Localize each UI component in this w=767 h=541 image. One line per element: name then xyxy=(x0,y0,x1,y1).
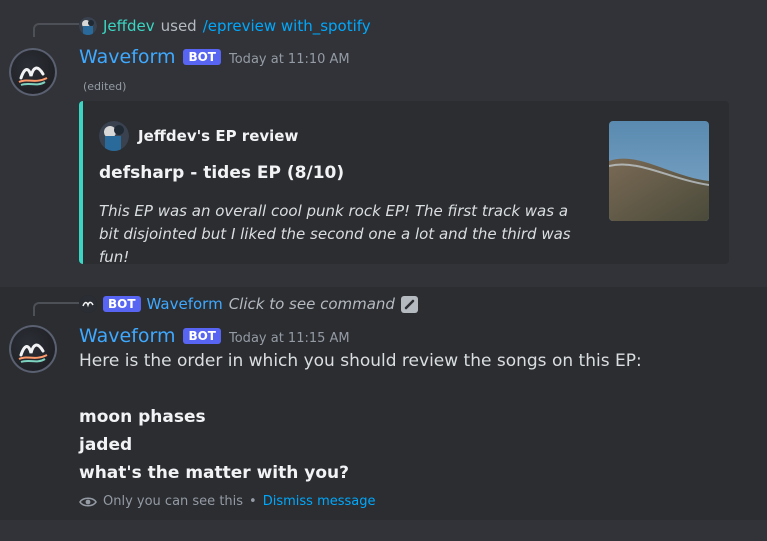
timestamp[interactable]: Today at 11:10 AM xyxy=(229,52,350,67)
ephemeral-text: Only you can see this xyxy=(103,494,244,509)
embed-author: Jeffdev's EP review xyxy=(99,121,298,151)
waveform-logo-icon xyxy=(18,343,48,363)
embed-author-name: Jeffdev's EP review xyxy=(138,127,299,145)
track-item: moon phases xyxy=(79,407,206,427)
reply-username[interactable]: Waveform xyxy=(147,295,223,313)
eye-icon xyxy=(79,496,97,507)
timestamp[interactable]: Today at 11:15 AM xyxy=(229,331,350,346)
bot-badge: BOT xyxy=(183,328,221,344)
embed-thumbnail[interactable] xyxy=(609,121,709,221)
track-item: jaded xyxy=(79,435,133,455)
waveform-avatar[interactable] xyxy=(9,325,57,373)
edited-label: (edited) xyxy=(83,80,127,93)
jeffdev-mini-avatar[interactable] xyxy=(79,17,97,35)
message-2: BOT Waveform Click to see command Wavefo… xyxy=(0,287,767,520)
waveform-avatar[interactable] xyxy=(9,48,57,96)
reply-connector xyxy=(33,302,79,316)
reply-username[interactable]: Jeffdev xyxy=(103,17,155,35)
author-name[interactable]: Waveform xyxy=(79,46,175,68)
waveform-mini-avatar[interactable] xyxy=(79,295,97,313)
message-header: Waveform BOT Today at 11:15 AM xyxy=(79,325,350,347)
embed-description: This EP was an overall cool punk rock EP… xyxy=(99,202,571,266)
bottom-spacer xyxy=(0,520,767,541)
track-item: what's the matter with you? xyxy=(79,463,349,483)
command-context[interactable]: BOT Waveform Click to see command xyxy=(79,295,418,313)
reply-connector xyxy=(33,23,79,37)
bot-badge: BOT xyxy=(183,49,221,65)
author-name[interactable]: Waveform xyxy=(79,325,175,347)
dismiss-message-link[interactable]: Dismiss message xyxy=(263,494,376,509)
embed-title: defsharp - tides EP (8/10) xyxy=(99,163,345,183)
bot-badge-small: BOT xyxy=(103,296,141,312)
separator: • xyxy=(249,494,257,509)
review-embed: Jeffdev's EP review defsharp - tides EP … xyxy=(79,101,729,266)
reply-context[interactable]: Jeffdev used /epreview with_spotify xyxy=(79,17,371,35)
click-to-see-command[interactable]: Click to see command xyxy=(229,295,395,313)
ephemeral-notice: Only you can see this • Dismiss message xyxy=(79,494,376,509)
message-content: Here is the order in which you should re… xyxy=(79,351,642,371)
message-1: Jeffdev used /epreview with_spotify Wave… xyxy=(0,0,767,287)
waveform-logo-icon xyxy=(18,66,48,86)
embed-author-avatar xyxy=(99,121,129,151)
reply-command[interactable]: /epreview with_spotify xyxy=(203,17,371,35)
reply-verb: used xyxy=(160,17,197,35)
message-header: Waveform BOT Today at 11:10 AM xyxy=(79,46,350,68)
slash-command-icon[interactable] xyxy=(400,295,418,313)
